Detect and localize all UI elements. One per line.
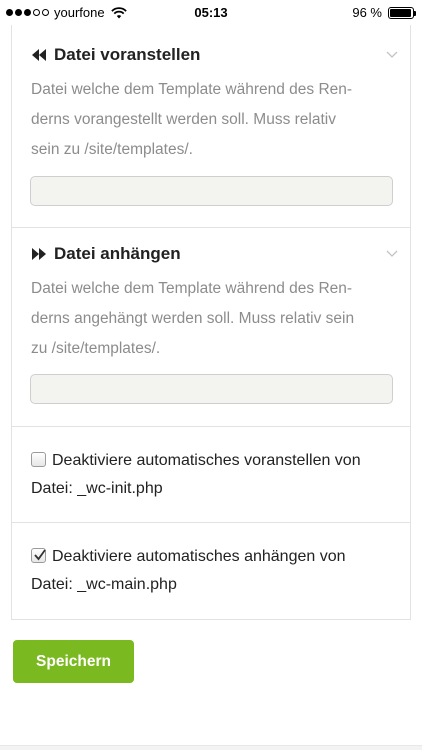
battery-percent: 96 % (352, 5, 382, 20)
description-line: zu /site/templates/. (31, 340, 161, 357)
checkbox-label: Datei: _wc-init.php (31, 480, 163, 497)
description-line: Datei welche dem Template während des Re… (31, 81, 353, 98)
section-header-prepend[interactable]: Datei voranstellen (31, 45, 200, 65)
fast-forward-icon (32, 248, 46, 260)
checkbox-row-disable-append[interactable]: Deaktiviere automatisches anhängen von D… (31, 543, 391, 599)
disable-append-checkbox[interactable] (31, 548, 46, 563)
prepend-file-input[interactable] (30, 176, 393, 206)
checkbox-label: Deaktiviere automatisches anhängen von (52, 548, 346, 565)
section-disable-append: Deaktiviere automatisches anhängen von D… (12, 523, 410, 620)
battery-icon (388, 6, 416, 19)
description-line: Datei welche dem Template während des Re… (31, 280, 353, 297)
section-append-file: Datei anhängen Datei welche dem Template… (12, 228, 410, 427)
description-line: derns angehängt werden soll. Muss relati… (31, 310, 355, 327)
append-file-input[interactable] (30, 374, 393, 404)
description-line: derns vorangestellt werden soll. Muss re… (31, 111, 336, 128)
checkbox-label: Deaktiviere automatisches voranstellen v… (52, 452, 361, 469)
settings-panel: Datei voranstellen Datei welche dem Temp… (11, 25, 411, 620)
section-description: Datei welche dem Template während des Re… (31, 75, 391, 165)
fast-backward-icon (32, 49, 46, 61)
checkbox-label: Datei: _wc-main.php (31, 576, 177, 593)
section-prepend-file: Datei voranstellen Datei welche dem Temp… (12, 25, 410, 228)
disable-prepend-checkbox[interactable] (31, 452, 46, 467)
checkbox-row-disable-prepend[interactable]: Deaktiviere automatisches voranstellen v… (31, 447, 391, 503)
status-right: 96 % (352, 5, 416, 20)
chevron-down-icon[interactable] (386, 250, 398, 258)
save-button[interactable]: Speichern (13, 640, 134, 683)
description-line: sein zu /site/templates/. (31, 141, 193, 158)
page-footer-divider (0, 745, 422, 750)
section-title: Datei voranstellen (54, 45, 201, 64)
chevron-down-icon[interactable] (386, 51, 398, 59)
section-description: Datei welche dem Template während des Re… (31, 274, 391, 364)
section-header-append[interactable]: Datei anhängen (31, 244, 181, 264)
status-bar: yourfone 05:13 96 % (0, 0, 422, 25)
section-disable-prepend: Deaktiviere automatisches voranstellen v… (12, 427, 410, 523)
section-title: Datei anhängen (54, 244, 181, 263)
